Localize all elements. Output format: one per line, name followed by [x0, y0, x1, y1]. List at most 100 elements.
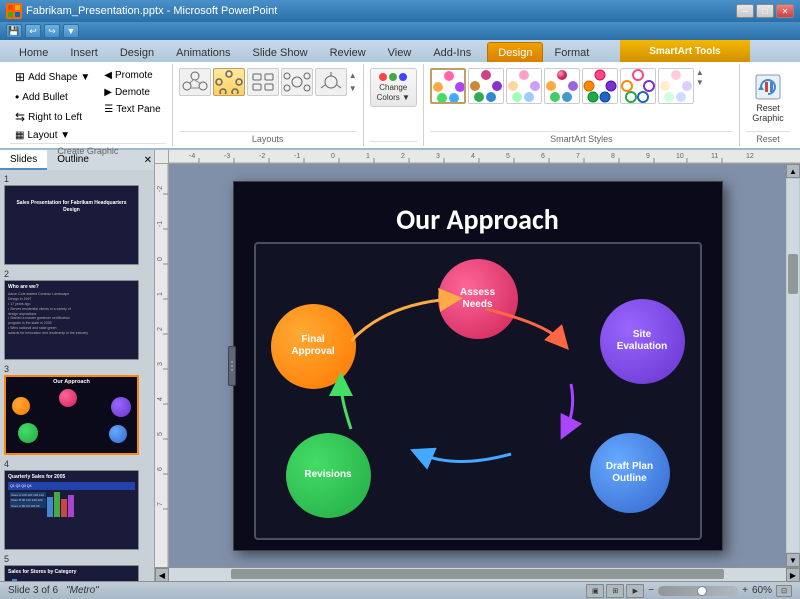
node-assess[interactable]: AssessNeeds — [438, 259, 518, 339]
node-revisions[interactable]: Revisions — [286, 433, 371, 518]
redo-quick-button[interactable]: ↪ — [44, 24, 60, 38]
promote-label: Promote — [115, 70, 153, 81]
slide-item-2[interactable]: 2 Who are we? Aaron Cole started Contoso… — [4, 269, 150, 360]
zoom-in-button[interactable]: + — [742, 585, 748, 596]
scroll-down-button[interactable]: ▼ — [786, 553, 800, 567]
svg-text:12: 12 — [746, 153, 754, 160]
create-graphic-label: Create Graphic — [10, 143, 166, 156]
svg-text:0: 0 — [331, 153, 335, 160]
slide-item-1[interactable]: 1 Sales Presentation for Fabrikam Headqu… — [4, 174, 150, 265]
smartart-tools-banner: SmartArt Tools — [620, 40, 750, 62]
slide-item-5[interactable]: 5 Sales for Stores by Category — [4, 554, 150, 581]
layouts-scroll[interactable]: ▲ ▼ — [349, 70, 357, 95]
layout-thumb-1[interactable] — [179, 68, 211, 96]
style-thumb-2[interactable] — [468, 68, 504, 104]
slide-thumb-3[interactable]: Our Approach — [4, 375, 139, 455]
tab-animations[interactable]: Animations — [165, 42, 241, 62]
tab-slideshow[interactable]: Slide Show — [242, 42, 319, 62]
layout-thumb-3[interactable] — [247, 68, 279, 96]
layout-thumb-4[interactable] — [281, 68, 313, 96]
change-colors-group: ChangeColors ▼ — [364, 64, 424, 146]
slide-resize-handle[interactable] — [228, 346, 236, 386]
scroll-left-button[interactable]: ◀ — [155, 568, 169, 582]
window-controls[interactable]: ─ □ ✕ — [736, 4, 794, 18]
minimize-button[interactable]: ─ — [736, 4, 754, 18]
svg-text:6: 6 — [157, 467, 164, 471]
status-bar: Slide 3 of 6 "Metro" ▣ ⊞ ▶ − + 60% ⊡ — [0, 581, 800, 599]
tab-review[interactable]: Review — [319, 42, 377, 62]
slide-thumb-5[interactable]: Sales for Stores by Category — [4, 565, 139, 581]
layouts-group: ▲ ▼ Layouts — [173, 64, 364, 146]
reset-graphic-button[interactable]: ResetGraphic — [746, 68, 790, 126]
slides-list: 1 Sales Presentation for Fabrikam Headqu… — [0, 170, 154, 581]
save-quick-button[interactable]: 💾 — [6, 24, 22, 38]
slide-canvas[interactable]: Our Approach AssessNeeds SiteEvaluation — [169, 164, 786, 567]
scroll-thumb[interactable] — [788, 254, 798, 294]
fit-slide-button[interactable]: ⊡ — [776, 585, 792, 597]
style-thumb-3[interactable] — [506, 68, 542, 104]
scroll-track[interactable] — [787, 179, 799, 552]
styles-scroll[interactable]: ▲ ▼ — [696, 68, 704, 104]
smartart-frame[interactable]: AssessNeeds SiteEvaluation Draft PlanOut… — [254, 242, 702, 540]
demote-button[interactable]: ▶ Demote — [99, 85, 165, 100]
slide-thumb-4[interactable]: Quarterly Sales for 2005 Q1 Q2 Q3 Q4 Sto… — [4, 470, 139, 550]
horizontal-scrollbar-area: ◀ ▶ — [155, 567, 800, 581]
tab-smartart-design[interactable]: Design — [487, 42, 543, 62]
vertical-scrollbar[interactable]: ▲ ▼ — [786, 164, 800, 567]
style-thumb-4[interactable] — [544, 68, 580, 104]
slide-thumb-2[interactable]: Who are we? Aaron Cole started Contoso L… — [4, 280, 139, 360]
tab-view[interactable]: View — [377, 42, 423, 62]
zoom-slider[interactable] — [658, 586, 738, 596]
svg-text:1: 1 — [157, 292, 164, 296]
change-colors-button[interactable]: ChangeColors ▼ — [370, 68, 417, 107]
slide-item-4[interactable]: 4 Quarterly Sales for 2005 Q1 Q2 Q3 Q4 S… — [4, 459, 150, 550]
undo-quick-button[interactable]: ↩ — [25, 24, 41, 38]
customize-quick-button[interactable]: ▼ — [63, 24, 79, 38]
layout-thumbnails: ▲ ▼ — [179, 68, 357, 96]
svg-text:1: 1 — [366, 153, 370, 160]
layout-thumb-5[interactable] — [315, 68, 347, 96]
close-button[interactable]: ✕ — [776, 4, 794, 18]
hscroll-track[interactable] — [169, 568, 786, 581]
add-bullet-button[interactable]: • Add Bullet — [10, 88, 95, 106]
text-pane-button[interactable]: ☰ Text Pane — [99, 102, 165, 117]
hscroll-thumb[interactable] — [231, 569, 725, 579]
slide-content-area: -2 -1 0 1 2 3 4 5 6 — [155, 164, 800, 567]
scroll-up-button[interactable]: ▲ — [786, 164, 800, 178]
layout-button[interactable]: ▦ Layout ▼ — [10, 128, 95, 143]
svg-text:6: 6 — [541, 153, 545, 160]
zoom-handle[interactable] — [697, 586, 707, 596]
node-final[interactable]: FinalApproval — [271, 304, 356, 389]
svg-text:10: 10 — [676, 153, 684, 160]
scroll-right-button[interactable]: ▶ — [786, 568, 800, 582]
title-text: Fabrikam_Presentation.pptx - Microsoft P… — [26, 5, 277, 17]
style-thumb-7[interactable] — [658, 68, 694, 104]
tab-smartart-format[interactable]: Format — [543, 42, 600, 62]
maximize-button[interactable]: □ — [756, 4, 774, 18]
zoom-out-button[interactable]: − — [648, 585, 654, 596]
node-assess-label: AssessNeeds — [460, 287, 495, 311]
tab-insert[interactable]: Insert — [59, 42, 109, 62]
tab-addins[interactable]: Add-Ins — [422, 42, 482, 62]
node-site-label: SiteEvaluation — [617, 329, 668, 353]
tab-design[interactable]: Design — [109, 42, 165, 62]
slide-sorter-button[interactable]: ⊞ — [606, 584, 624, 598]
promote-icon: ◀ — [104, 70, 112, 81]
right-to-left-button[interactable]: ⇆ Right to Left — [10, 108, 95, 126]
style-thumb-5[interactable] — [582, 68, 618, 104]
svg-text:9: 9 — [646, 153, 650, 160]
svg-text:2: 2 — [401, 153, 405, 160]
style-thumb-1[interactable] — [430, 68, 466, 104]
slide-thumb-1[interactable]: Sales Presentation for Fabrikam Headquar… — [4, 185, 139, 265]
promote-button[interactable]: ◀ Promote — [99, 68, 165, 83]
tab-home[interactable]: Home — [8, 42, 59, 62]
style-thumb-6[interactable] — [620, 68, 656, 104]
node-site[interactable]: SiteEvaluation — [600, 299, 685, 384]
normal-view-button[interactable]: ▣ — [586, 584, 604, 598]
add-shape-button[interactable]: ⊞ Add Shape ▼ — [10, 68, 95, 86]
svg-text:-3: -3 — [224, 153, 230, 160]
layout-thumb-2[interactable] — [213, 68, 245, 96]
slideshow-button[interactable]: ▶ — [626, 584, 644, 598]
node-draft[interactable]: Draft PlanOutline — [590, 433, 670, 513]
slide-item-3[interactable]: 3 Our Approach — [4, 364, 150, 455]
